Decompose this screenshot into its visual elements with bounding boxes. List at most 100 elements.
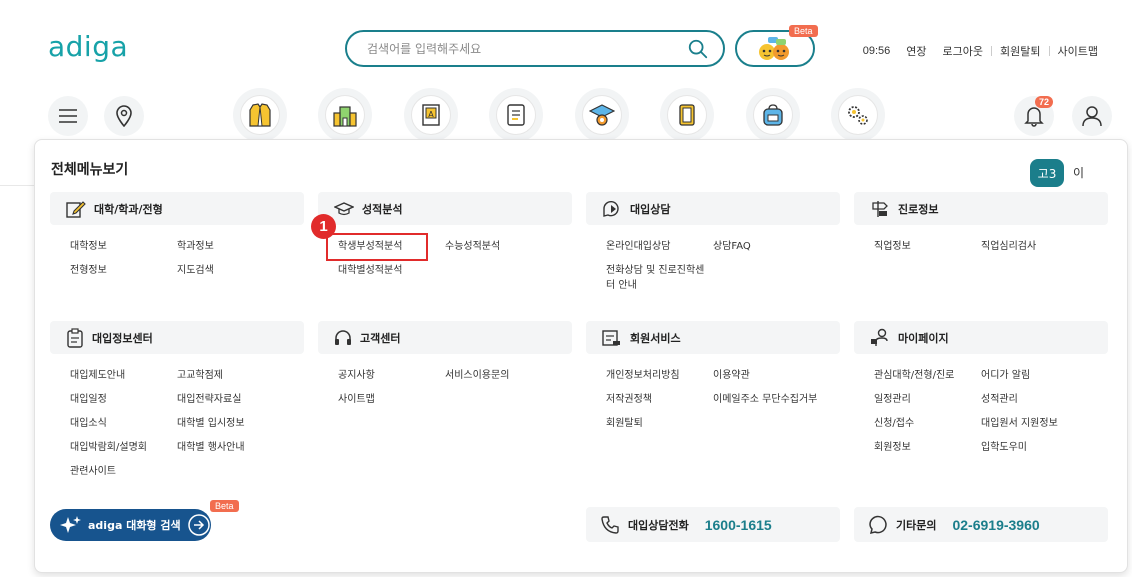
member-card-icon [602, 329, 620, 346]
section-support: 고객센터 공지사항 서비스이용문의 사이트맵 [318, 321, 572, 405]
menu-link-dept-info[interactable]: 학과정보 [177, 240, 214, 254]
category-school-button[interactable] [318, 88, 372, 142]
menu-link-email-policy[interactable]: 이메일주소 무단수집거부 [713, 393, 817, 407]
menu-link-admission-info[interactable]: 전형정보 [70, 264, 107, 278]
headset-icon [335, 329, 351, 345]
pencil-note-icon [66, 200, 86, 218]
utility-menu: 09:56 연장 로그아웃 회원탈퇴 사이트맵 [855, 43, 1106, 59]
menu-link-csat-analysis[interactable]: 수능성적분석 [445, 240, 500, 254]
menu-link-notice[interactable]: 공지사항 [338, 369, 375, 383]
menu-link-sitemap[interactable]: 사이트맵 [338, 393, 375, 407]
logo[interactable]: adiga [48, 30, 128, 63]
user-button[interactable] [1072, 96, 1112, 136]
phone-number[interactable]: 1600-1615 [705, 517, 772, 533]
menu-link-univ-admission-info[interactable]: 대학별 입시정보 [177, 417, 245, 431]
menu-link-univ-info[interactable]: 대학정보 [70, 240, 107, 254]
highlight-box [326, 233, 428, 261]
grad-hat-icon [334, 201, 354, 215]
category-dictionary-button[interactable]: A [404, 88, 458, 142]
section-header: 성적분석 [318, 192, 572, 225]
menu-link-online-counsel[interactable]: 온라인대입상담 [606, 240, 670, 254]
arrow-right-circle-icon [187, 514, 210, 536]
sitemap-link[interactable]: 사이트맵 [1050, 43, 1106, 59]
phone-icon [601, 515, 619, 534]
sparkle-icon [60, 516, 81, 533]
graduation-cap-icon [589, 104, 615, 126]
section-header: 회원서비스 [586, 321, 840, 354]
category-grades-button[interactable] [575, 88, 629, 142]
section-info-center: 대입정보센터 대입제도안내 고교학점제 대입일정 대입전략자료실 대입소식 대학… [50, 321, 304, 477]
menu-link-univ-events[interactable]: 대학별 행사안내 [177, 441, 245, 455]
category-university-button[interactable] [233, 88, 287, 142]
menu-link-map-search[interactable]: 지도검색 [177, 264, 214, 278]
section-header: 진로정보 [854, 192, 1108, 225]
menu-link-related-sites[interactable]: 관련사이트 [70, 465, 116, 479]
menu-link-strategy-materials[interactable]: 대입전략자료실 [177, 393, 241, 407]
menu-link-schedule-mgmt[interactable]: 일정관리 [874, 393, 911, 407]
menu-link-admission-helper[interactable]: 입학도우미 [981, 441, 1027, 455]
section-mypage: 마이페이지 관심대학/전형/진로 어디가 알림 일정관리 성적관리 신청/접수 … [854, 321, 1108, 453]
grade-badge[interactable]: 고3 [1030, 159, 1064, 187]
menu-link-job-test[interactable]: 직업심리검사 [981, 240, 1036, 254]
dictionary-icon: A [422, 104, 440, 126]
signpost-icon [872, 200, 888, 217]
menu-link-univ-analysis[interactable]: 대학별성적분석 [338, 264, 402, 278]
backpack-icon [763, 104, 783, 126]
hamburger-icon [59, 109, 77, 123]
menu-link-privacy[interactable]: 개인정보처리방침 [606, 369, 680, 383]
extend-session-link[interactable]: 연장 [898, 43, 934, 59]
step-marker: 1 [311, 214, 336, 239]
menu-link-alerts[interactable]: 어디가 알림 [981, 369, 1030, 383]
menu-link-counsel-faq[interactable]: 상담FAQ [713, 240, 751, 254]
chatbot-icon [759, 36, 789, 60]
menu-button[interactable] [48, 96, 88, 136]
category-settings-button[interactable] [831, 88, 885, 142]
menu-link-fair[interactable]: 대입박람회/설명회 [70, 441, 147, 455]
user-icon [1082, 106, 1102, 127]
menu-link-news[interactable]: 대입소식 [70, 417, 107, 431]
section-university: 대학/학과/전형 대학정보 학과정보 전형정보 지도검색 [50, 192, 304, 276]
menu-link-service-inquiry[interactable]: 서비스이용문의 [445, 369, 509, 383]
uniform-icon [249, 103, 271, 127]
menu-link-withdraw[interactable]: 회원탈퇴 [606, 417, 643, 431]
menu-link-grade-mgmt[interactable]: 성적관리 [981, 393, 1018, 407]
menu-link-job-info[interactable]: 직업정보 [874, 240, 911, 254]
menu-link-terms[interactable]: 이용약관 [713, 369, 750, 383]
menu-link-phone-counsel-cont[interactable]: 터 안내 [606, 279, 637, 293]
other-number[interactable]: 02-6919-3960 [952, 517, 1039, 533]
chat-bubble-icon [603, 200, 619, 217]
category-backpack-button[interactable] [746, 88, 800, 142]
section-member: 회원서비스 개인정보처리방침 이용약관 저작권정책 이메일주소 무단수집거부 회… [586, 321, 840, 429]
building-icon [333, 106, 357, 127]
section-header: 대입정보센터 [50, 321, 304, 354]
beta-badge: Beta [210, 500, 239, 512]
category-notebook-button[interactable] [660, 88, 714, 142]
search-box[interactable] [345, 30, 725, 67]
withdraw-link[interactable]: 회원탈퇴 [992, 43, 1048, 59]
menu-link-credit-system[interactable]: 고교학점제 [177, 369, 223, 383]
beta-badge: Beta [789, 25, 818, 37]
panel-title: 전체메뉴보기 [51, 162, 129, 178]
menu-link-schedule[interactable]: 대입일정 [70, 393, 107, 407]
location-button[interactable] [104, 96, 144, 136]
phone-contact: 대입상담전화 1600-1615 [586, 507, 840, 542]
section-career: 진로정보 직업정보 직업심리검사 [854, 192, 1108, 252]
menu-link-copyright[interactable]: 저작권정책 [606, 393, 652, 407]
person-key-icon [871, 328, 888, 346]
report-icon [507, 104, 525, 126]
menu-link-phone-counsel[interactable]: 전화상담 및 진로진학센 [606, 264, 704, 278]
section-header: 마이페이지 [854, 321, 1108, 354]
session-timer: 09:56 [862, 45, 891, 57]
divider [0, 185, 34, 186]
search-icon[interactable] [687, 38, 709, 60]
chat-question-icon [869, 515, 887, 534]
menu-link-application-info[interactable]: 대입원서 지원정보 [981, 417, 1058, 431]
search-input[interactable] [365, 40, 687, 57]
category-report-button[interactable] [489, 88, 543, 142]
menu-link-member-info[interactable]: 회원정보 [874, 441, 911, 455]
menu-link-interests[interactable]: 관심대학/전형/진로 [874, 369, 954, 383]
menu-link-system-guide[interactable]: 대입제도안내 [70, 369, 125, 383]
ai-search-button[interactable]: adiga 대화형 검색 [50, 509, 211, 541]
menu-link-apply[interactable]: 신청/접수 [874, 417, 914, 431]
logout-link[interactable]: 로그아웃 [935, 43, 991, 59]
